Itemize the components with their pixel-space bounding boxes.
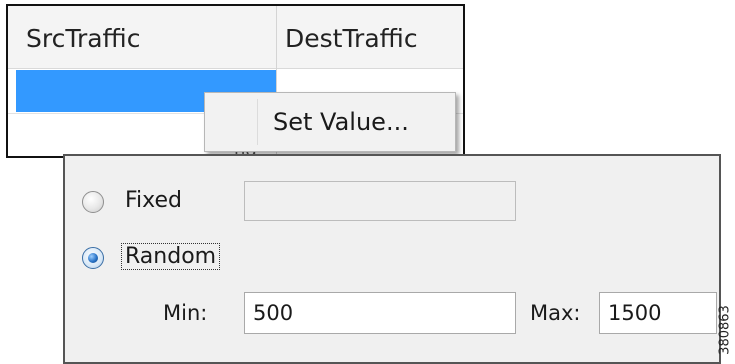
random-label-text: Random [121,243,221,270]
random-radio-button[interactable] [82,247,104,269]
column-header-desttraffic[interactable]: DestTraffic [285,6,418,68]
min-label: Min: [163,301,208,325]
set-value-dialog: Fixed Random Min: Max: [63,154,721,364]
fixed-radio-button[interactable] [82,191,104,213]
min-value-field[interactable] [244,292,516,334]
random-radio-label[interactable]: Random [121,243,221,270]
radio-selected-dot [88,253,98,263]
fixed-radio-label[interactable]: Fixed [125,188,182,213]
figure-id-label: 380863 [715,302,735,358]
max-value-field[interactable] [599,292,717,334]
context-menu: Set Value... [204,92,456,152]
column-header-srctraffic[interactable]: SrcTraffic [26,6,140,68]
menu-icon-gutter [257,99,258,145]
menu-item-set-value[interactable]: Set Value... [273,93,409,151]
table-header: SrcTraffic DestTraffic [8,6,463,69]
fixed-value-field[interactable] [244,181,516,221]
traffic-table: SrcTraffic DestTraffic nd Set Value... [6,4,465,158]
max-label: Max: [530,301,581,325]
figure-id-text: 380863 [717,305,733,355]
